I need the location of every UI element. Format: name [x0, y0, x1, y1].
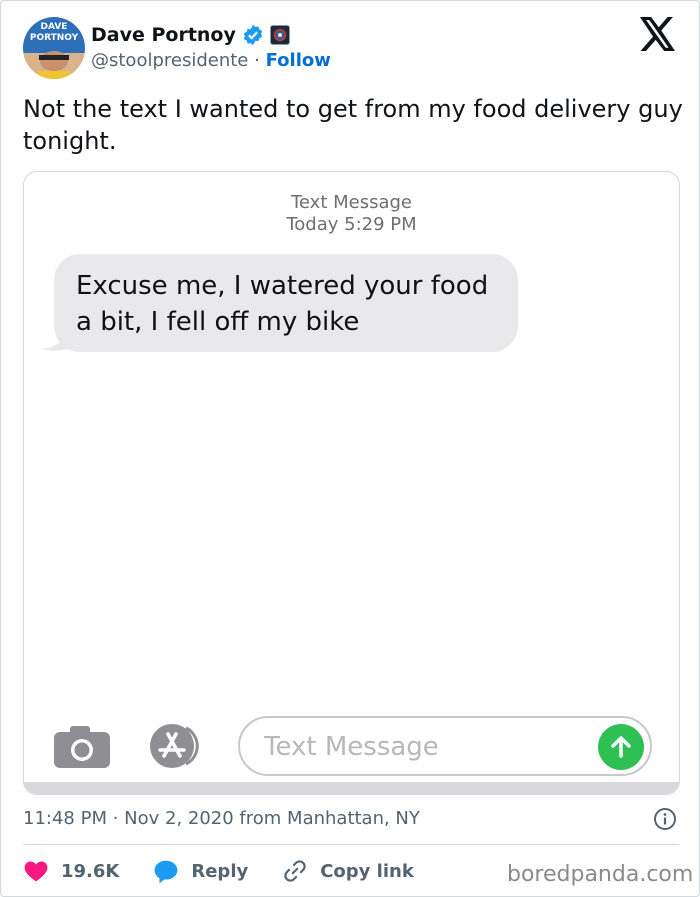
- verified-icon: [242, 24, 264, 46]
- message-input-placeholder: Text Message: [264, 732, 439, 762]
- tweet-text: Not the text I wanted to get from my foo…: [23, 95, 683, 155]
- divider: [23, 844, 679, 845]
- info-icon[interactable]: [653, 807, 677, 831]
- action-bar: 19.6K Reply Copy link: [23, 857, 448, 885]
- message-time-label: Today 5:29 PM: [286, 214, 417, 235]
- send-arrow-icon: [611, 736, 631, 758]
- like-button[interactable]: 19.6K: [23, 858, 119, 884]
- affiliate-badge-icon[interactable]: [269, 25, 290, 45]
- follow-button[interactable]: Follow: [266, 50, 331, 71]
- copy-link-button[interactable]: Copy link: [282, 858, 414, 884]
- app-store-icon[interactable]: [146, 722, 208, 770]
- media-bottom-bar: [24, 782, 679, 794]
- separator: ·: [254, 50, 260, 71]
- display-name[interactable]: Dave Portnoy: [91, 24, 236, 46]
- copy-link-label: Copy link: [320, 860, 414, 882]
- tweet-timestamp[interactable]: 11:48 PM · Nov 2, 2020 from Manhattan, N…: [23, 807, 420, 831]
- message-bubble: Excuse me, I watered your food a bit, I …: [54, 254, 518, 352]
- watermark: boredpanda.com: [507, 862, 694, 887]
- tweet-media[interactable]: Text Message Today 5:29 PM Excuse me, I …: [23, 171, 680, 795]
- message-service-label: Text Message: [290, 192, 413, 213]
- avatar-text-line1: DAVE: [41, 22, 68, 32]
- author-name-row: Dave Portnoy: [91, 21, 290, 49]
- camera-icon[interactable]: [54, 724, 110, 768]
- reply-button[interactable]: Reply: [153, 858, 248, 884]
- send-button[interactable]: [598, 724, 644, 770]
- handle[interactable]: @stoolpresidente: [91, 50, 248, 71]
- avatar[interactable]: DAVE PORTNOY: [23, 17, 85, 79]
- message-meta: Text Message Today 5:29 PM: [24, 192, 679, 236]
- avatar-text-line2: PORTNOY: [30, 33, 79, 43]
- tweet-card: DAVE PORTNOY Dave Portnoy @stoolpresiden…: [0, 0, 700, 897]
- x-logo-icon[interactable]: [639, 17, 677, 51]
- reply-bubble-icon: [154, 860, 178, 884]
- reply-label: Reply: [191, 860, 249, 882]
- message-input[interactable]: Text Message: [238, 716, 652, 776]
- handle-row: @stoolpresidente · Follow: [91, 49, 331, 73]
- link-icon: [284, 860, 306, 882]
- like-count: 19.6K: [61, 860, 120, 882]
- heart-icon: [24, 861, 48, 882]
